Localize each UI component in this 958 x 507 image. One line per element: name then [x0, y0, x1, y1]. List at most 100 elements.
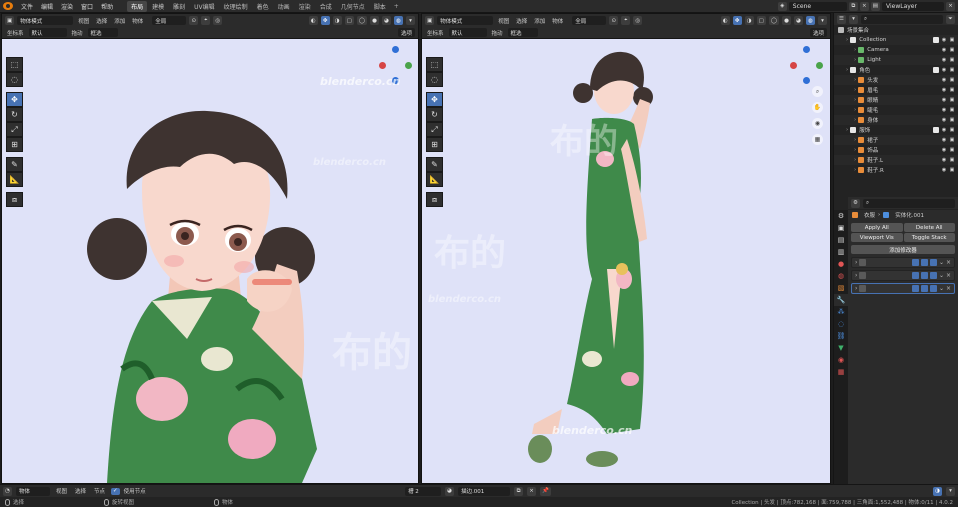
particles-tab-icon[interactable]: ⁂ — [834, 306, 848, 318]
mode-dropdown[interactable]: 物体模式 — [17, 16, 74, 25]
transform-tool-icon[interactable]: ⊞ — [426, 137, 443, 152]
menu-window[interactable]: 窗口 — [77, 2, 97, 11]
eye-icon[interactable]: ◉ — [941, 127, 947, 133]
select-box-tool-icon[interactable]: ⬚ — [6, 57, 23, 72]
drag-dropdown[interactable]: 框选 — [87, 28, 118, 37]
outliner-row[interactable]: › 角色 ◉ ▣ — [834, 65, 958, 75]
add-workspace-icon[interactable]: + — [391, 3, 402, 10]
overlay-icon[interactable]: ◑ — [744, 16, 754, 25]
transform-orientation-dropdown[interactable]: 全局 — [152, 16, 187, 25]
edit-mode-icon[interactable] — [911, 272, 919, 279]
expand-icon[interactable]: › — [854, 137, 856, 143]
transform-orientation-dropdown[interactable]: 全局 — [572, 16, 607, 25]
filter-icon[interactable]: ⏷ — [946, 14, 955, 24]
drag-dropdown[interactable]: 框选 — [507, 28, 538, 37]
outliner-row[interactable]: › 睫毛 ◉ ▣ — [834, 105, 958, 115]
annotate-tool-icon[interactable]: ✎ — [426, 157, 443, 172]
editor-type-icon[interactable]: ▣ — [425, 16, 435, 25]
eye-icon[interactable]: ◉ — [941, 147, 947, 153]
render-icon[interactable] — [929, 285, 937, 292]
render-camera-icon[interactable]: ▣ — [949, 117, 955, 123]
cursor-tool-icon[interactable]: ◌ — [6, 72, 23, 87]
navigation-gizmo[interactable] — [786, 44, 826, 90]
render-camera-icon[interactable]: ▣ — [949, 37, 955, 43]
scene-selector[interactable]: Scene — [788, 1, 847, 11]
wireframe-shading-icon[interactable]: ◯ — [768, 16, 779, 25]
expand-icon[interactable]: › — [846, 127, 848, 133]
close-scene-icon[interactable]: × — [859, 1, 869, 11]
menu-add[interactable]: 添加 — [112, 17, 127, 25]
outliner-editor-icon[interactable]: ☰ — [837, 14, 846, 24]
overlay-icon[interactable]: ◑ — [332, 16, 342, 25]
move-tool-icon[interactable]: ✥ — [426, 92, 443, 107]
menu-select[interactable]: 选择 — [514, 17, 529, 25]
material-name-field[interactable]: 描边.001 — [458, 486, 511, 496]
rendered-shading-icon[interactable]: ◍ — [806, 16, 815, 25]
viewport-left[interactable]: ▣ 物体模式 视图 选择 添加 物体 全局 ⊙ ⌖ ◎ ◐ ✥ ◑ ▢ ◯ ● … — [1, 13, 419, 484]
include-checkbox[interactable] — [933, 37, 939, 43]
scale-tool-icon[interactable]: ⤢ — [426, 122, 443, 137]
view-layer-selector[interactable]: ViewLayer — [882, 1, 944, 11]
properties-search-input[interactable]: ⌕ — [863, 198, 955, 208]
menu-help[interactable]: 帮助 — [97, 2, 117, 11]
eye-icon[interactable]: ◉ — [941, 87, 947, 93]
modifier-row-2[interactable]: › ⌄ × — [851, 270, 955, 281]
view-layer-tab-icon[interactable]: ▥ — [834, 246, 848, 258]
outliner-row[interactable]: › 眉毛 ◉ ▣ — [834, 85, 958, 95]
outliner-row[interactable]: › 眼睛 ◉ ▣ — [834, 95, 958, 105]
zoom-icon[interactable]: ⌕ — [812, 86, 823, 97]
outliner-row[interactable]: › 头发 ◉ ▣ — [834, 75, 958, 85]
tool-tab-icon[interactable]: ⚙ — [834, 210, 848, 222]
render-camera-icon[interactable]: ▣ — [949, 47, 955, 53]
menu-render[interactable]: 渲染 — [57, 2, 77, 11]
scene-tab-icon[interactable]: ● — [834, 258, 848, 270]
modifier-row-1[interactable]: › ⌄ × — [851, 257, 955, 268]
outliner-row[interactable]: › 服饰 ◉ ▣ — [834, 125, 958, 135]
render-camera-icon[interactable]: ▣ — [949, 77, 955, 83]
editor-type-icon[interactable]: ▣ — [5, 16, 15, 25]
eye-icon[interactable]: ◉ — [941, 137, 947, 143]
texture-tab-icon[interactable]: ▦ — [834, 366, 848, 378]
eye-icon[interactable]: ◉ — [941, 167, 947, 173]
outliner-row[interactable]: › 饰品 ◉ ▣ — [834, 145, 958, 155]
mode-dropdown[interactable]: 物体模式 — [437, 16, 494, 25]
gizmo-toggle-icon[interactable]: ✥ — [320, 16, 330, 25]
add-modifier-button[interactable]: 添加修改器 — [851, 245, 955, 254]
modifier-row-3[interactable]: › ⌄ × — [851, 283, 955, 294]
expand-icon[interactable]: › — [854, 167, 856, 173]
material-browse-icon[interactable]: ◕ — [445, 486, 455, 496]
dropdown-icon[interactable]: ⌄ — [939, 259, 944, 266]
object-tab-icon[interactable]: ▧ — [834, 282, 848, 294]
outliner-row[interactable]: › Light ◉ ▣ — [834, 55, 958, 65]
view-layer-icon[interactable]: ▤ — [870, 1, 880, 11]
physics-tab-icon[interactable]: ◌ — [834, 318, 848, 330]
snap-icon[interactable]: ⌖ — [621, 16, 631, 25]
proportional-edit-icon[interactable]: ◎ — [213, 16, 223, 25]
delete-all-button[interactable]: Delete All — [903, 223, 955, 232]
expand-icon[interactable]: › — [854, 117, 856, 123]
render-camera-icon[interactable]: ▣ — [949, 167, 955, 173]
render-camera-icon[interactable]: ▣ — [949, 107, 955, 113]
use-nodes-checkbox[interactable]: ✓ 使用节点 — [111, 487, 148, 495]
eye-icon[interactable]: ◉ — [941, 107, 947, 113]
close-view-layer-icon[interactable]: × — [946, 1, 955, 11]
eye-icon[interactable]: ◉ — [941, 67, 947, 73]
eye-icon[interactable]: ◉ — [941, 37, 947, 43]
expand-icon[interactable]: › — [854, 107, 856, 113]
data-tab-icon[interactable]: ▼ — [834, 342, 848, 354]
pan-icon[interactable]: ✋ — [812, 102, 823, 113]
edit-mode-icon[interactable] — [911, 285, 919, 292]
remove-icon[interactable]: × — [946, 285, 951, 292]
render-camera-icon[interactable]: ▣ — [949, 137, 955, 143]
eye-icon[interactable]: ◉ — [941, 157, 947, 163]
menu-view[interactable]: 视图 — [496, 17, 511, 25]
render-camera-icon[interactable]: ▣ — [949, 57, 955, 63]
tab-layout[interactable]: 布局 — [127, 0, 148, 12]
menu-object[interactable]: 物体 — [130, 17, 145, 25]
viewport-vis-button[interactable]: Viewport Vis — [851, 233, 903, 242]
expand-icon[interactable]: › — [854, 87, 856, 93]
remove-icon[interactable]: × — [946, 259, 951, 266]
viewport-icon[interactable] — [920, 285, 928, 292]
tab-compositing[interactable]: 合成 — [316, 1, 336, 12]
viewport-icon[interactable] — [920, 272, 928, 279]
